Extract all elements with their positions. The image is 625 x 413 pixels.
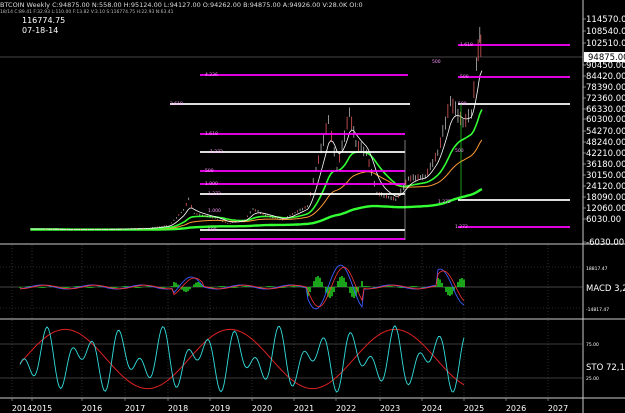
time-axis-label: 2021 [294,404,314,413]
price-tick-label: 60300.00 [586,115,625,125]
macd-panel-label: MACD 3,2 [586,284,625,294]
fib-level-label: 1.618 [205,131,218,137]
macd-indicator: 18817.47 -14817.47 MACD 3,2 [0,264,625,313]
fib-level-label: 500 [208,227,217,233]
fib-level-label: 1.272 [210,149,223,155]
price-tick-label: 36180.00 [586,160,625,170]
time-axis-label: 2022 [336,404,356,413]
price-tick-label: 6030.00 [586,215,621,225]
sto-k-line [19,325,465,393]
time-axis-label: 2026 [506,404,526,413]
fibonacci-levels: 1.618 500 4.236 500 2.618 500 1.618 1.272 500 1.0… [170,42,570,240]
fib-level-label: 2.618 [170,101,183,107]
fib-level-label: 500 [460,74,469,80]
price-tick-label: 30150.00 [586,171,625,181]
price-tick-label: 54270.00 [586,127,625,137]
trading-chart-window[interactable]: BTCOIN Weekly C:94875.00 N:558.00 H:9512… [0,0,625,413]
price-tick-label: 114570.00 [586,15,625,25]
macd-lower-level-label: -14817.47 [586,307,609,313]
price-tick-label: 66330.00 [586,105,625,115]
fib-level-label: 4.236 [205,72,218,78]
time-axis-label: 2025 [464,404,484,413]
fib-level-label: 1.272 [438,199,451,205]
price-tick-label: 42210.00 [586,149,625,159]
time-axis-label: 2014 [12,404,32,413]
time-axis-label: 2016 [82,404,102,413]
time-axis-label: 2018 [168,404,188,413]
stochastic-indicator: 75.00 25.00 STO 72,1 [0,325,625,393]
price-tick-label: 108540.00 [586,27,625,37]
sto-panel-label: STO 72,1 [586,363,625,373]
fib-level-label: 1.000 [205,181,218,187]
price-tick-label: 102510.00 [586,39,625,49]
fib-level-label: 1.000 [208,208,221,214]
fib-level-label: 500 [458,101,467,107]
price-tick-label: 84420.00 [586,72,625,82]
sto-d-line [19,328,465,390]
price-tick-label: 78390.00 [586,83,625,93]
gridlines [11,245,549,397]
price-tick-label: 12060.00 [586,204,625,214]
candlesticks [42,26,482,231]
price-tick-label: 72360.00 [586,94,625,104]
moving-averages [30,70,483,231]
macd-upper-level-label: 18817.47 [586,266,608,272]
ma-200-line [30,188,483,231]
sto-low-level-label: 25.00 [586,376,599,382]
current-price-label: 94875.00 [588,53,625,63]
ma-mid-line [30,109,483,231]
fib-level-label: 1.272 [208,191,221,197]
price-tick-label: 48240.00 [586,138,625,148]
time-axis-label: 2027 [548,404,568,413]
price-tick-label: -6030.00 [586,238,624,248]
time-axis-label: 2019 [210,404,230,413]
time-axis-label: 2015 [32,404,52,413]
fib-level-label: 500 [432,59,441,65]
fib-level-label: 500 [455,148,464,154]
fib-level-label: 1.272 [455,224,468,230]
time-axis-label: 2023 [380,404,400,413]
time-axis-label: 2024 [422,404,442,413]
price-tick-label: 18090.00 [586,193,625,203]
price-tick-label: 24120.00 [586,182,625,192]
time-axis: 2014 2015 2016 2017 2018 2019 2020 2021 2022 2023… [11,398,568,413]
price-axis: 114570.00108540.00102510.0090450.0084420… [583,15,625,248]
sto-high-level-label: 75.00 [586,342,599,348]
price-chart-canvas[interactable]: 1.618 500 4.236 500 2.618 500 1.618 1.272 500 1.0… [0,0,625,413]
time-axis-label: 2017 [125,404,145,413]
fib-level-label: 1.618 [460,42,473,48]
time-axis-label: 2020 [252,404,272,413]
fib-level-label: 500 [205,168,214,174]
